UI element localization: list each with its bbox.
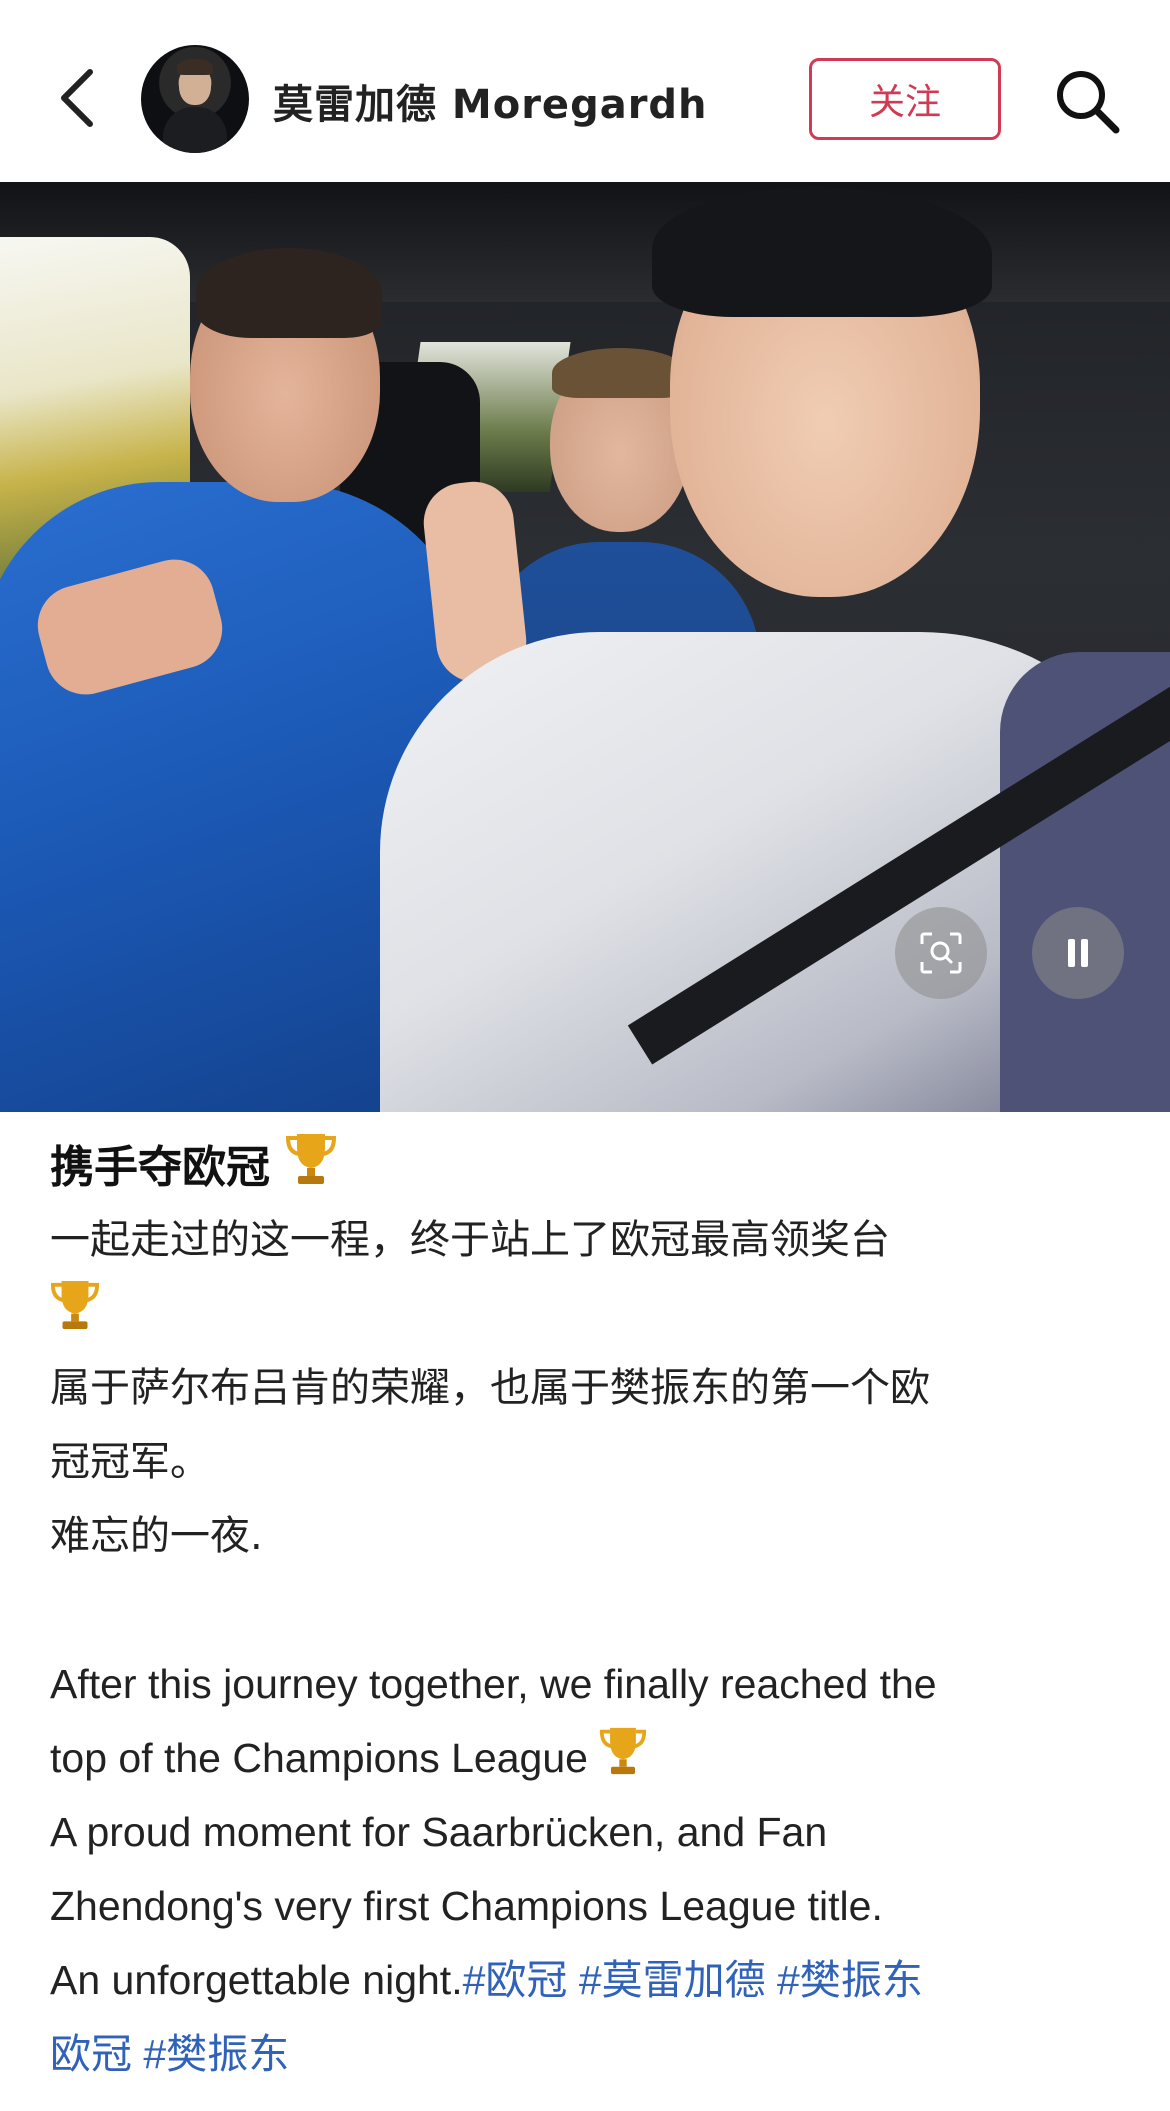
screen-scan-icon — [920, 932, 962, 974]
back-arrow-icon — [61, 69, 93, 127]
trophy-icon — [600, 1727, 647, 1775]
en-line-3: A proud moment for Saarbrücken, and Fan — [50, 1809, 828, 1855]
post-photo[interactable] — [0, 182, 1170, 1112]
pause-icon — [1068, 939, 1088, 967]
search-icon — [1057, 71, 1120, 134]
username[interactable]: 莫雷加德 Moregardh — [273, 72, 708, 130]
trophy-icon — [50, 1280, 100, 1330]
post-title: 携手夺欧冠 — [50, 1130, 1130, 1203]
cn-line-2: 属于萨尔布吕肯的荣耀，也属于樊振东的第一个欧 — [50, 1365, 930, 1411]
en-line-5: An unforgettable night.#欧冠 #莫雷加德 #樊振东 — [50, 1957, 923, 2003]
cn-line-1: 一起走过的这一程，终于站上了欧冠最高领奖台 — [50, 1217, 890, 1263]
hashtag-link[interactable]: #樊振东 — [777, 1957, 923, 2003]
cn-line-3: 冠冠军。 — [50, 1439, 210, 1485]
back-button[interactable] — [48, 66, 104, 130]
top-bar: 莫雷加德 Moregardh 关注 — [0, 0, 1170, 182]
pause-button[interactable] — [1032, 907, 1124, 999]
trophy-icon — [286, 1134, 337, 1184]
hashtag-link[interactable]: #欧冠 — [463, 1957, 568, 2003]
hashtag-link[interactable]: #樊振东 — [143, 2031, 289, 2077]
hashtag-link[interactable]: 欧冠 — [50, 2031, 132, 2077]
cn-trophy-line — [50, 1277, 1130, 1351]
en-line-2: top of the Champions League — [50, 1721, 1130, 1795]
avatar[interactable] — [141, 45, 249, 153]
en-line-4: Zhendong's very first Champions League t… — [50, 1883, 883, 1929]
search-button[interactable] — [1052, 66, 1122, 136]
scan-button[interactable] — [895, 907, 987, 999]
hashtag-link[interactable]: #莫雷加德 — [579, 1957, 766, 2003]
en-line-6: 欧冠 #樊振东 — [50, 2017, 1130, 2091]
post-caption: 携手夺欧冠 一起走过的这一程，终于站上了欧冠最高领奖台 属于萨尔布吕肯的荣耀，也… — [50, 1130, 1130, 2091]
follow-button[interactable]: 关注 — [809, 58, 1001, 140]
cn-line-4: 难忘的一夜. — [50, 1513, 263, 1559]
en-line-1: After this journey together, we finally … — [50, 1661, 937, 1707]
